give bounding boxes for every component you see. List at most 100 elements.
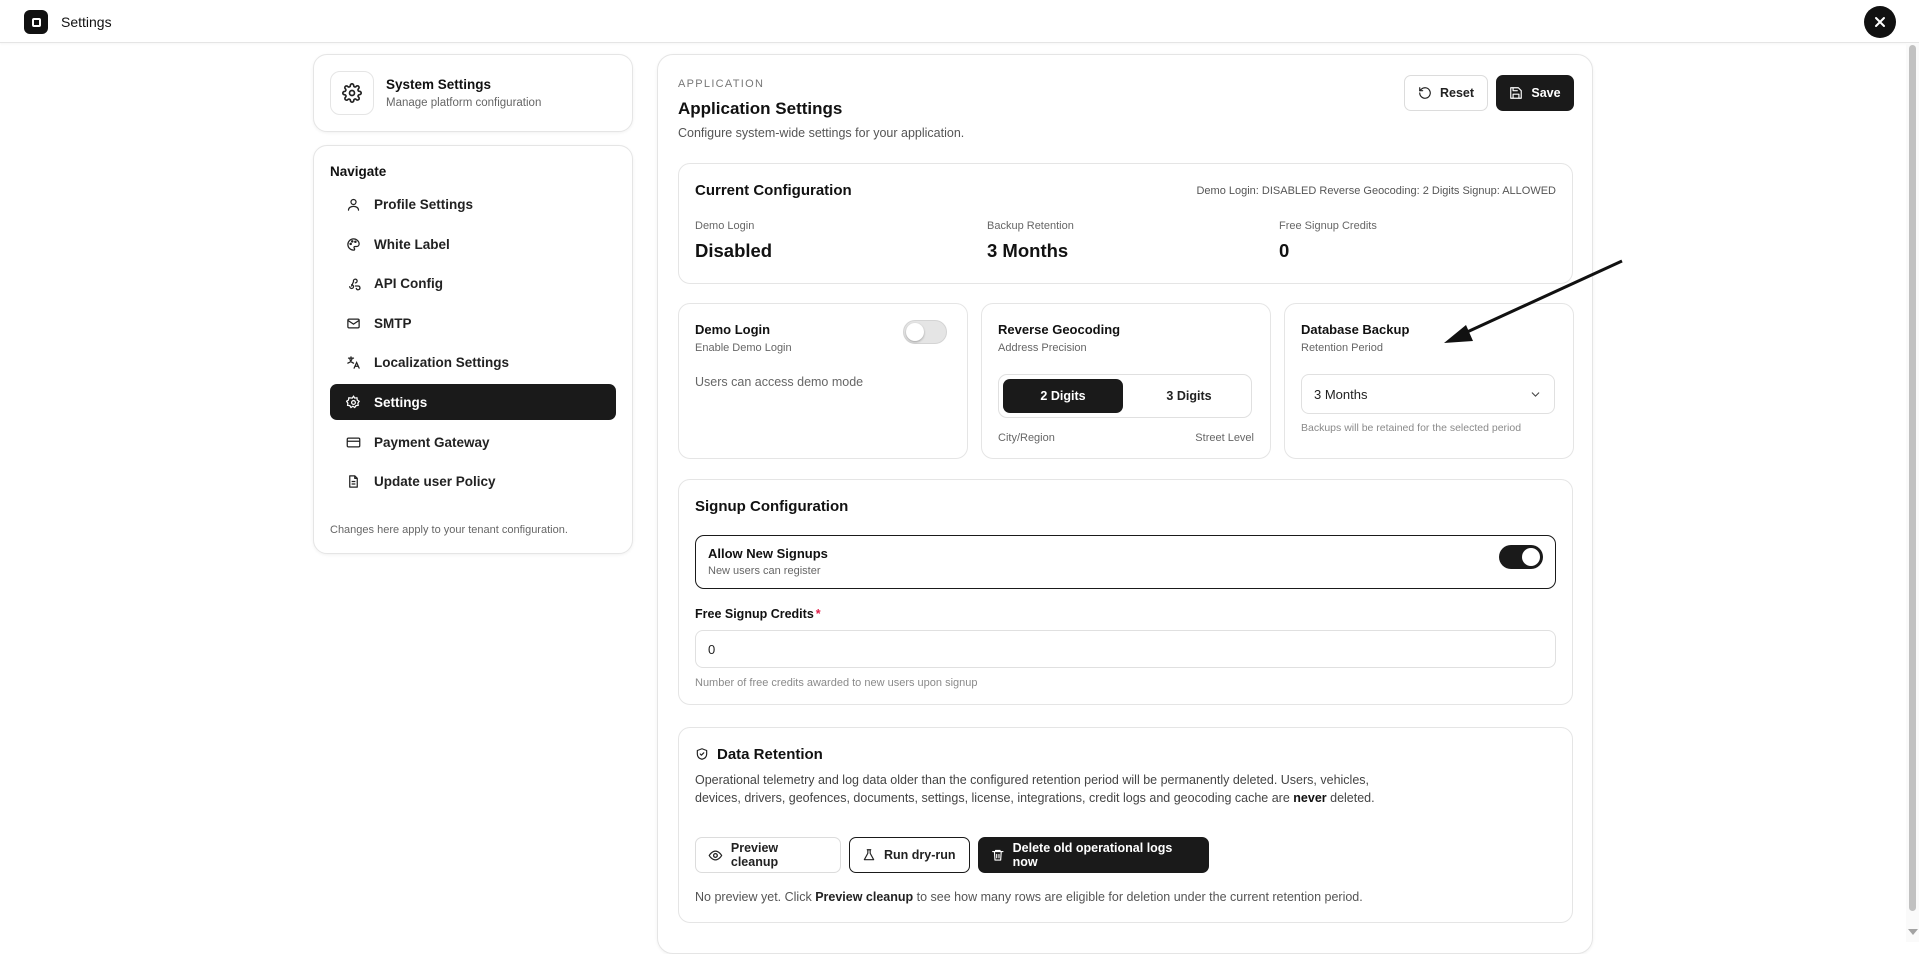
required-marker: * xyxy=(815,607,821,621)
reverse-geocoding-card: Reverse Geocoding Address Precision 2 Di… xyxy=(981,303,1271,459)
page-subtitle: Configure system-wide settings for your … xyxy=(678,126,965,140)
document-icon xyxy=(345,473,361,489)
retention-period-select[interactable]: 3 Months xyxy=(1301,374,1555,414)
allow-new-signups-row: Allow New Signups New users can register xyxy=(695,535,1556,589)
precision-left-hint: City/Region xyxy=(998,432,1055,444)
allow-new-signups-toggle[interactable] xyxy=(1499,545,1543,569)
sidebar-item-label: SMTP xyxy=(374,315,412,331)
stat-label: Demo Login xyxy=(695,220,755,232)
nav-heading: Navigate xyxy=(330,164,387,179)
stat-value: 3 Months xyxy=(987,240,1069,261)
reset-button[interactable]: Reset xyxy=(1404,75,1488,111)
description-emphasis: never xyxy=(1293,791,1327,805)
sidebar-item-smtp[interactable]: SMTP xyxy=(330,305,616,341)
close-button[interactable] xyxy=(1864,6,1896,38)
sidebar-item-label: API Config xyxy=(374,275,443,291)
cleanup-preview-status: No preview yet. Click Preview cleanup to… xyxy=(695,890,1363,904)
demo-login-note: Users can access demo mode xyxy=(695,375,864,389)
gear-icon xyxy=(330,71,374,115)
system-settings-title: System Settings xyxy=(386,77,492,92)
sidebar-item-label: Update user Policy xyxy=(374,473,496,489)
translate-icon xyxy=(345,354,361,370)
stat-demo-login: Demo Login Disabled xyxy=(695,220,772,262)
sidebar-item-settings[interactable]: Settings xyxy=(330,384,616,420)
save-button[interactable]: Save xyxy=(1496,75,1574,111)
signup-configuration-title: Signup Configuration xyxy=(695,498,849,515)
retention-period-value: 3 Months xyxy=(1314,387,1368,402)
preview-cleanup-button[interactable]: Preview cleanup xyxy=(695,837,841,873)
preview-cleanup-label: Preview cleanup xyxy=(730,841,779,869)
save-icon xyxy=(1510,87,1523,99)
signup-configuration-card: Signup Configuration Allow New Signups N… xyxy=(678,479,1573,705)
current-configuration-summary: Demo Login: DISABLED Reverse Geocoding: … xyxy=(1196,185,1556,197)
stat-label: Free Signup Credits xyxy=(1279,220,1377,232)
demo-login-card: Demo Login Enable Demo Login Users can a… xyxy=(678,303,968,459)
run-dry-run-label: Run dry-run xyxy=(884,848,956,862)
navigation-card: Navigate Profile Settings White Label AP… xyxy=(313,145,633,554)
stat-backup-retention: Backup Retention 3 Months xyxy=(987,220,1074,262)
delete-old-logs-label: Delete old operational logs now xyxy=(1012,841,1173,869)
sidebar-item-profile-settings[interactable]: Profile Settings xyxy=(330,186,616,222)
sidebar-item-label: Localization Settings xyxy=(374,354,510,370)
delete-old-logs-button[interactable]: Delete old operational logs now xyxy=(978,837,1209,873)
scroll-down-arrow-icon[interactable] xyxy=(1908,929,1918,935)
nav-footer-note: Changes here apply to your tenant config… xyxy=(330,524,568,536)
main-panel: APPLICATION Application Settings Configu… xyxy=(657,54,1593,954)
retention-period-note: Backups will be retained for the selecte… xyxy=(1301,422,1522,434)
scrollbar-thumb[interactable] xyxy=(1909,45,1916,911)
description-text-end: deleted. xyxy=(1330,791,1375,805)
allow-new-signups-subtitle: New users can register xyxy=(708,565,821,577)
app-logo-icon xyxy=(24,10,48,34)
free-signup-credits-note: Number of free credits awarded to new us… xyxy=(695,677,978,689)
credit-card-icon xyxy=(345,434,361,450)
data-retention-title: Data Retention xyxy=(717,746,823,763)
system-settings-card: System Settings Manage platform configur… xyxy=(313,54,633,132)
demo-login-toggle[interactable] xyxy=(903,320,947,344)
annotation-arrow-icon xyxy=(1444,259,1623,343)
trash-icon xyxy=(992,849,1004,861)
mail-icon xyxy=(345,315,361,331)
reverse-geocoding-title: Reverse Geocoding xyxy=(998,322,1121,337)
sidebar-item-label: Settings xyxy=(374,394,428,410)
close-icon xyxy=(1875,17,1885,27)
sidebar-item-localization-settings[interactable]: Localization Settings xyxy=(330,344,616,380)
precision-right-hint: Street Level xyxy=(1195,432,1254,444)
chevron-down-icon xyxy=(1531,392,1540,397)
page-title: Application Settings xyxy=(678,99,843,118)
description-text: Operational telemetry and log data older… xyxy=(695,773,1370,805)
status-text-end: to see how many rows are eligible for de… xyxy=(916,890,1363,904)
webhook-icon xyxy=(345,275,361,291)
data-retention-description: Operational telemetry and log data older… xyxy=(695,771,1395,807)
database-backup-title: Database Backup xyxy=(1301,322,1410,337)
eye-icon xyxy=(708,850,723,860)
save-label: Save xyxy=(1531,86,1561,100)
sidebar-item-payment-gateway[interactable]: Payment Gateway xyxy=(330,424,616,460)
reset-label: Reset xyxy=(1439,86,1475,100)
demo-login-subtitle: Enable Demo Login xyxy=(695,342,792,354)
stat-label: Backup Retention xyxy=(987,220,1074,232)
status-emphasis: Preview cleanup xyxy=(815,890,914,904)
sidebar-item-update-user-policy[interactable]: Update user Policy xyxy=(330,463,616,499)
allow-new-signups-title: Allow New Signups xyxy=(708,546,828,561)
free-signup-credits-label: Free Signup Credits * xyxy=(695,607,821,621)
shield-check-icon xyxy=(696,748,708,760)
precision-3-digits-option[interactable]: 3 Digits xyxy=(1129,379,1249,413)
stat-free-signup-credits: Free Signup Credits 0 xyxy=(1279,220,1377,262)
reverse-geocoding-subtitle: Address Precision xyxy=(998,342,1087,354)
user-icon xyxy=(345,196,361,212)
reset-icon xyxy=(1419,87,1431,99)
current-configuration-card: Current Configuration Demo Login: DISABL… xyxy=(678,163,1573,284)
free-signup-credits-label-text: Free Signup Credits xyxy=(695,607,814,621)
stat-value: 0 xyxy=(1279,240,1290,261)
window-title: Settings xyxy=(61,14,112,30)
precision-segmented-control: 2 Digits 3 Digits xyxy=(998,374,1252,418)
precision-2-digits-option[interactable]: 2 Digits xyxy=(1003,379,1123,413)
top-bar: Settings xyxy=(0,0,1919,43)
flask-icon xyxy=(863,849,875,861)
run-dry-run-button[interactable]: Run dry-run xyxy=(849,837,970,873)
free-signup-credits-input[interactable] xyxy=(695,630,1556,668)
gear-icon xyxy=(345,394,361,410)
sidebar-item-label: Profile Settings xyxy=(374,196,474,212)
sidebar-item-api-config[interactable]: API Config xyxy=(330,265,616,301)
sidebar-item-white-label[interactable]: White Label xyxy=(330,226,616,262)
